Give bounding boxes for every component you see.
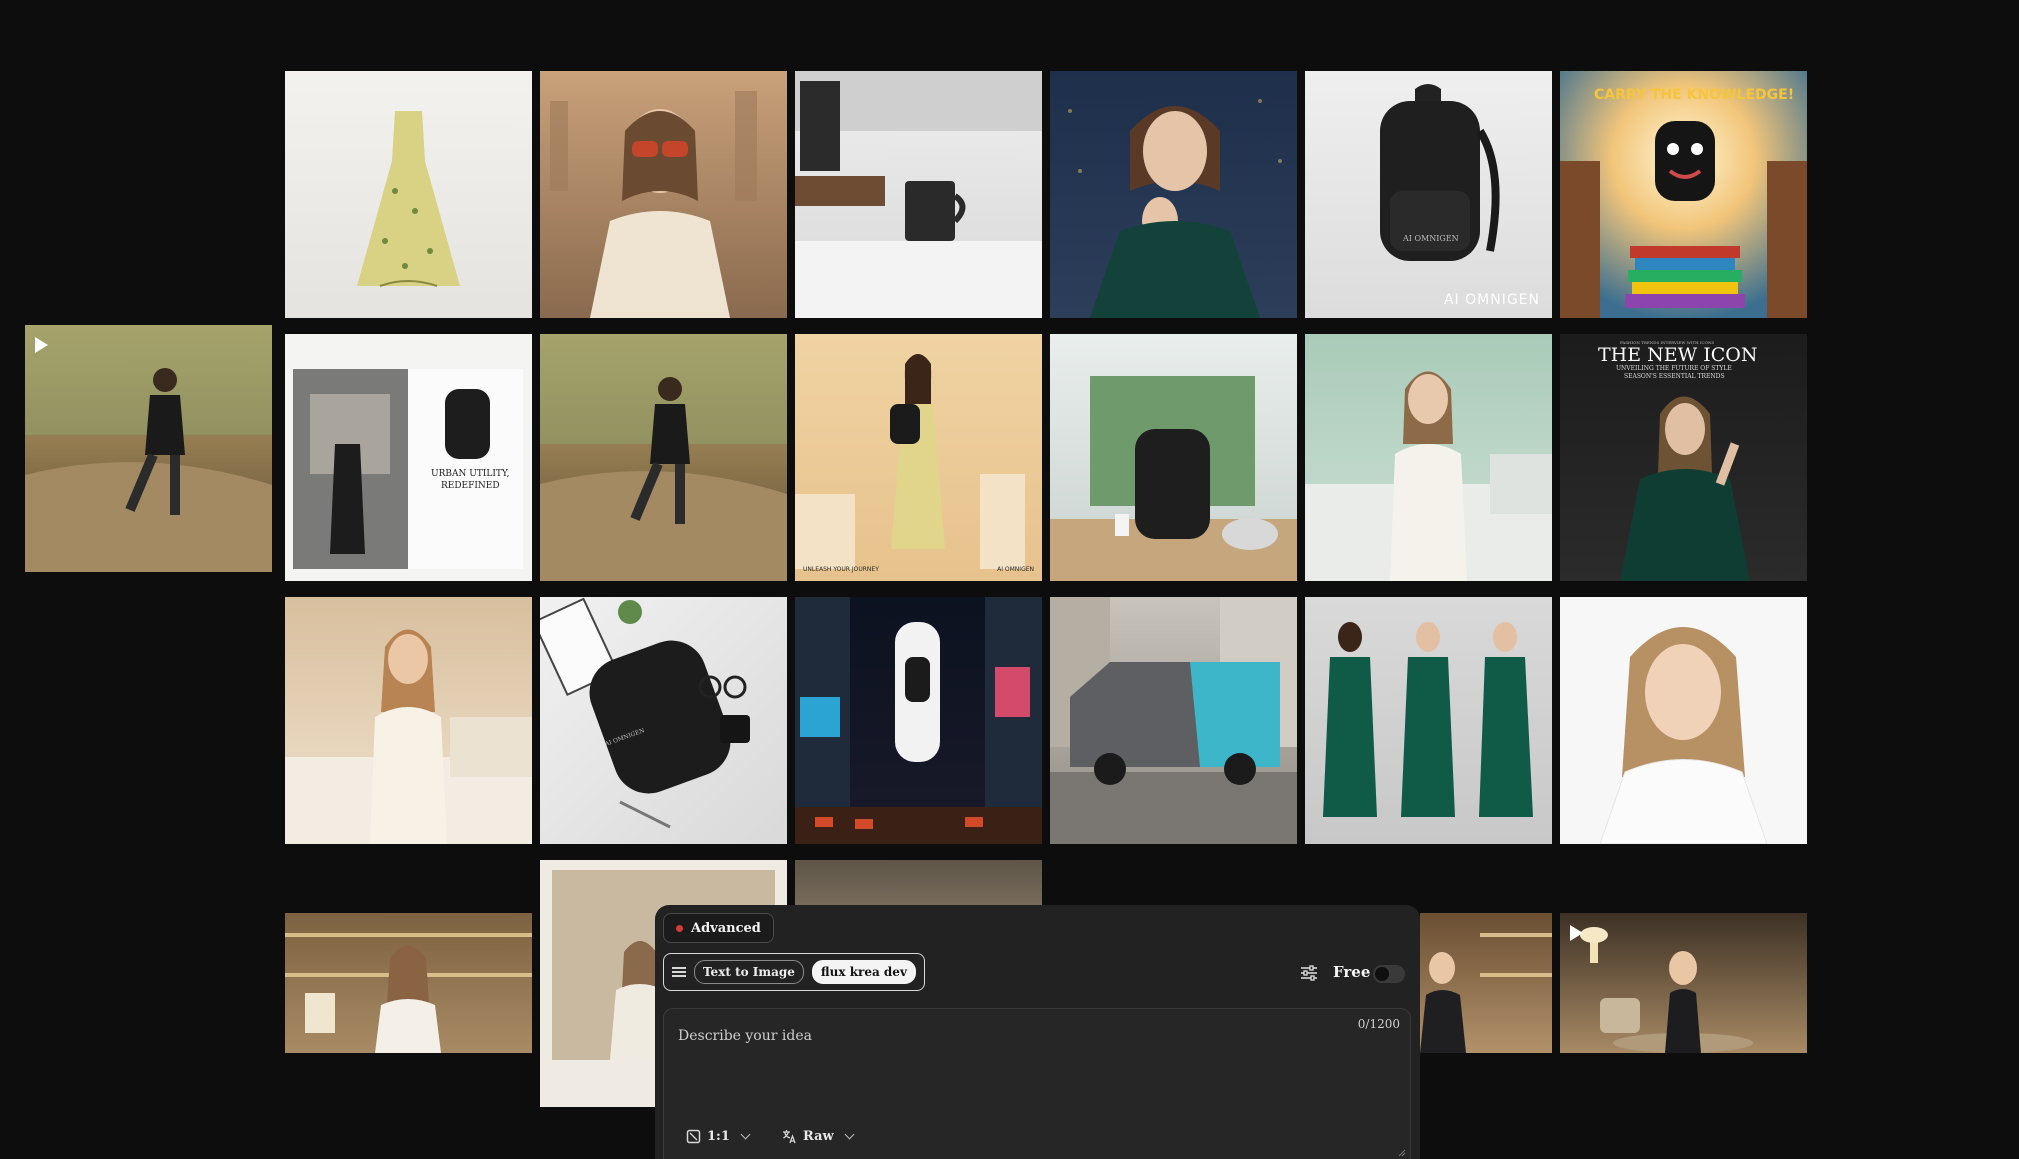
shelf-woman-image: [285, 933, 532, 1053]
gallery-tile-summer-dress[interactable]: [285, 71, 532, 318]
play-icon: [35, 337, 48, 353]
play-icon: [1570, 925, 1583, 941]
delivery-van-image: [1050, 597, 1297, 844]
gallery-tile-carry-knowledge[interactable]: CARRY THE KNOWLEDGE!: [1560, 71, 1807, 318]
coffee-mug-image: [795, 71, 1042, 318]
gallery-tile-partial[interactable]: [795, 860, 1042, 910]
gallery-tile-sunglasses-woman[interactable]: [540, 71, 787, 318]
style-button[interactable]: Raw: [782, 1129, 855, 1144]
resize-handle-icon[interactable]: [1396, 1147, 1406, 1157]
backpack-image: [1380, 84, 1500, 261]
cover-sub1: UNVEILING THE FUTURE OF STYLE: [1616, 365, 1732, 372]
chevron-down-icon: [844, 1129, 855, 1140]
brand-watermark: AI OMNIGEN: [1443, 292, 1540, 308]
gallery-tile-dress-backpack[interactable]: UNLEASH YOUR JOURNEY AI OMNIGEN: [795, 334, 1042, 581]
gallery-tile-woman-bed-white[interactable]: [1305, 334, 1552, 581]
portrait-white-image: [1599, 627, 1768, 844]
chevron-down-icon: [740, 1129, 751, 1140]
gallery-tile-flatlay-backpack[interactable]: AI OMNIGEN: [540, 597, 787, 844]
free-mode-label: Free: [1333, 963, 1371, 981]
status-dot-icon: [676, 924, 683, 932]
gallery-tile-green-robes[interactable]: [1305, 597, 1552, 844]
dress-backpack-image: [795, 354, 1025, 569]
gallery-tile-suit-woman-2[interactable]: [1560, 913, 1807, 1053]
magazine-spread-image: [293, 369, 523, 569]
gallery-tile-backpack-product[interactable]: AI OMNIGEN AI OMNIGEN: [1305, 71, 1552, 318]
gallery-tile-woman-bed-warm[interactable]: [285, 597, 532, 844]
gallery-tile-backpack-desk[interactable]: [1050, 334, 1297, 581]
style-label: Raw: [803, 1129, 834, 1144]
sunglasses-woman-image: [550, 91, 757, 318]
gallery-tile-shelf-woman[interactable]: [285, 913, 532, 1053]
runner-image: [540, 334, 787, 581]
carry-headline: CARRY THE KNOWLEDGE!: [1594, 87, 1795, 103]
menu-icon[interactable]: [672, 966, 686, 978]
cartoon-backpack-image: [1560, 121, 1807, 318]
sliders-icon[interactable]: [1300, 965, 1318, 981]
spread-headline-2: REDEFINED: [441, 481, 500, 491]
cover-title: THE NEW ICON: [1598, 344, 1758, 366]
runner-video-image: [25, 325, 272, 572]
model-select-chip[interactable]: flux krea dev: [811, 960, 916, 984]
gallery-tile-delivery-van[interactable]: [1050, 597, 1297, 844]
dress-image: [357, 111, 460, 287]
dress-caption: UNLEASH YOUR JOURNEY: [803, 566, 879, 573]
gallery-tile-magazine-spread[interactable]: URBAN UTILITY, REDEFINED: [285, 334, 532, 581]
suit-woman-2-image: [1580, 927, 1753, 1053]
cover-sub2: SEASON'S ESSENTIAL TRENDS: [1624, 373, 1725, 380]
woman-bed-warm-image: [285, 629, 532, 844]
gallery-tile-coffee-mug[interactable]: [795, 71, 1042, 318]
prompt-box: 0/1200 1:1 Raw: [663, 1008, 1411, 1159]
prompt-composer: Advanced Text to Image flux krea dev Fre…: [655, 905, 1420, 1159]
woman-bed-image: [1305, 371, 1552, 581]
gallery-tile-ring-portrait[interactable]: [1050, 71, 1297, 318]
translate-icon: [783, 1130, 796, 1144]
gallery-tile-runner-video[interactable]: [25, 325, 272, 572]
flatlay-image: [540, 597, 750, 829]
advanced-mode-label: Advanced: [691, 920, 761, 936]
gallery-tile-times-square[interactable]: [795, 597, 1042, 844]
gallery-tile-new-icon-cover[interactable]: FASHION TRENDS INTERVIEW WITH ICONS THE …: [1560, 334, 1807, 581]
aspect-ratio-label: 1:1: [707, 1129, 730, 1144]
aspect-ratio-button[interactable]: 1:1: [686, 1129, 751, 1144]
prompt-input[interactable]: [676, 1023, 1280, 1049]
generation-tool-group: Text to Image flux krea dev: [663, 953, 925, 991]
backpack-print-text: AI OMNIGEN: [1403, 234, 1459, 243]
toggle-knob: [1375, 967, 1389, 981]
character-count: 0/1200: [1357, 1017, 1400, 1031]
spread-headline-1: URBAN UTILITY,: [431, 469, 510, 479]
text-to-image-chip[interactable]: Text to Image: [694, 960, 804, 984]
suit-woman-1-image: [1420, 933, 1552, 1053]
green-robes-image: [1323, 622, 1533, 817]
advanced-mode-button[interactable]: Advanced: [663, 913, 774, 943]
aspect-ratio-icon: [686, 1129, 701, 1144]
ring-portrait-image: [1068, 99, 1282, 318]
free-mode-toggle[interactable]: [1373, 965, 1405, 983]
gallery-tile-runner-image[interactable]: [540, 334, 787, 581]
times-square-image: [795, 597, 1042, 844]
dress-brand: AI OMNIGEN: [997, 566, 1034, 573]
backpack-desk-image: [1050, 376, 1297, 581]
gallery-tile-portrait-white[interactable]: [1560, 597, 1807, 844]
gallery-tile-suit-woman-1[interactable]: [1420, 913, 1552, 1053]
